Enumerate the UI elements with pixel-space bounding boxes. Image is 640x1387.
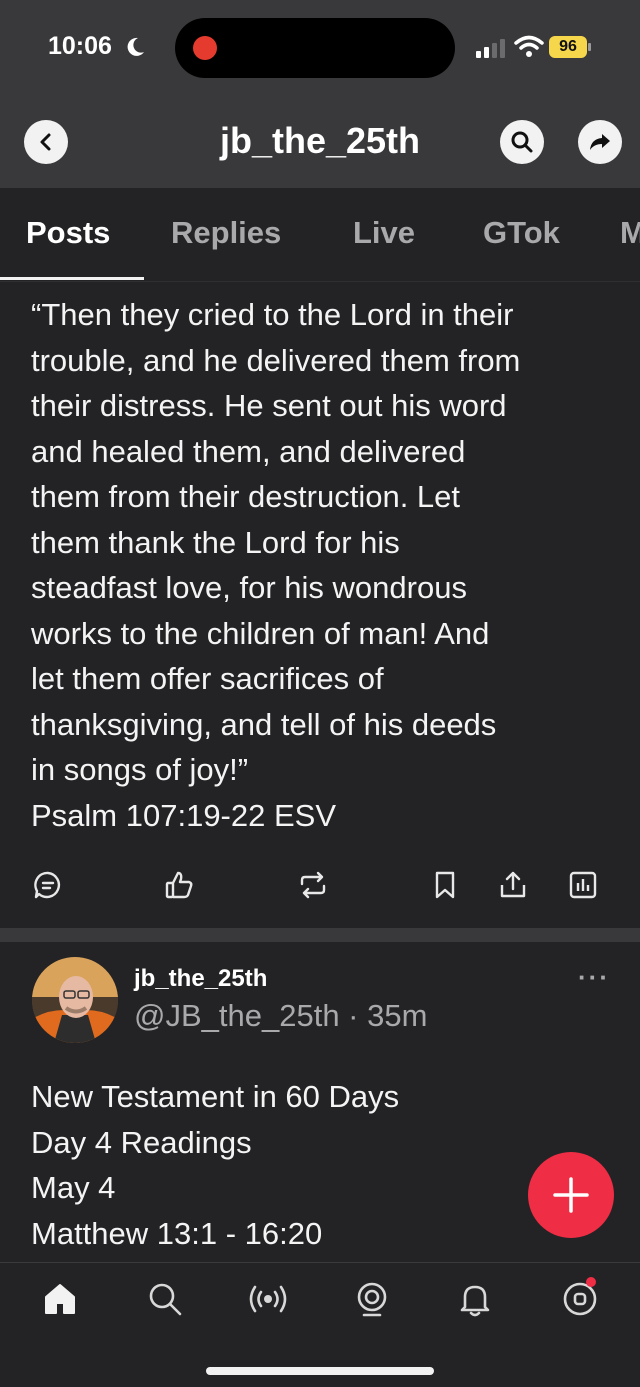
active-tab-indicator	[0, 277, 144, 280]
post-body-text: “Then they cried to the Lord in their tr…	[31, 297, 521, 833]
dynamic-island	[175, 18, 455, 78]
tab-gtok[interactable]: GTok	[483, 215, 560, 251]
notifications-bell-icon	[460, 1285, 490, 1317]
nav-live[interactable]	[248, 1279, 288, 1319]
search-icon	[149, 1283, 182, 1316]
battery-level: 96	[549, 36, 587, 58]
recording-indicator-icon	[193, 36, 217, 60]
like-icon[interactable]	[164, 870, 194, 900]
bookmark-icon[interactable]	[430, 870, 460, 900]
nav-notifications[interactable]	[455, 1279, 495, 1319]
search-button[interactable]	[500, 120, 544, 164]
home-icon	[45, 1284, 75, 1314]
search-icon	[511, 131, 533, 153]
more-options-button[interactable]: ···	[578, 962, 610, 993]
nav-search[interactable]	[145, 1279, 185, 1319]
profile-tabs: Posts Replies Live GTok M	[0, 188, 640, 282]
analytics-icon[interactable]	[568, 870, 598, 900]
repost-icon[interactable]	[298, 870, 328, 900]
share-icon[interactable]	[498, 870, 528, 900]
share-profile-button[interactable]	[578, 120, 622, 164]
compose-button[interactable]	[528, 1152, 614, 1238]
share-arrow-icon	[590, 134, 610, 150]
nav-home[interactable]	[40, 1279, 80, 1319]
profile-header: jb_the_25th	[0, 96, 640, 188]
status-time: 10:06	[48, 32, 112, 60]
tab-posts[interactable]: Posts	[26, 215, 110, 251]
battery-tip	[588, 43, 591, 51]
live-broadcast-icon	[249, 1285, 287, 1313]
nav-gtok[interactable]	[352, 1279, 392, 1319]
post-divider	[0, 928, 640, 942]
avatar-photo	[32, 957, 118, 1043]
post-body-text: New Testament in 60 Days Day 4 Readings …	[31, 1079, 400, 1251]
nav-profile[interactable]	[560, 1277, 600, 1319]
tab-replies[interactable]: Replies	[171, 215, 281, 251]
cellular-signal-icon	[476, 39, 505, 58]
home-indicator[interactable]	[206, 1367, 434, 1375]
page-title: jb_the_25th	[219, 120, 421, 161]
post-action-bar	[0, 862, 640, 912]
gtok-icon	[357, 1282, 387, 1317]
wifi-icon	[514, 35, 544, 57]
tab-media[interactable]: M	[620, 215, 640, 251]
profile-notification-dot	[586, 1277, 596, 1287]
author-handle-timestamp: @JB_the_25th · 35m	[134, 998, 428, 1033]
moon-icon	[127, 37, 144, 56]
reply-icon[interactable]	[33, 870, 63, 900]
battery-indicator: 96	[549, 36, 593, 58]
status-bar: 10:06 96	[0, 0, 640, 96]
plus-icon	[553, 1177, 589, 1213]
avatar[interactable]	[32, 957, 118, 1043]
tab-live[interactable]: Live	[353, 215, 415, 251]
author-name[interactable]: jb_the_25th	[134, 965, 267, 993]
